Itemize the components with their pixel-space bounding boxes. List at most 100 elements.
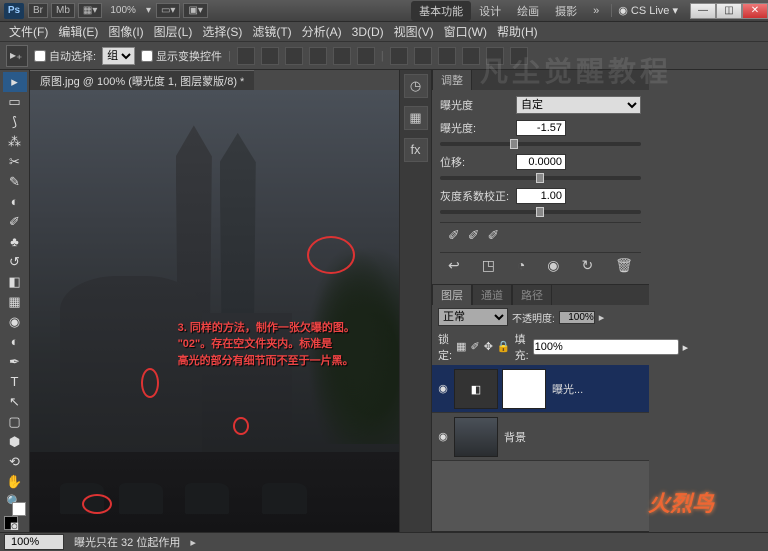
fill-input[interactable]: [533, 339, 679, 355]
menu-analysis[interactable]: 分析(A): [297, 23, 347, 40]
eraser-tool[interactable]: ◧: [3, 272, 27, 292]
dist-btn[interactable]: [486, 47, 504, 65]
blur-tool[interactable]: ◉: [3, 312, 27, 332]
shape-tool[interactable]: ▢: [3, 412, 27, 432]
blend-mode-dropdown[interactable]: 正常: [438, 308, 508, 326]
screen-mode-button[interactable]: ▣▾: [183, 3, 207, 18]
stamp-tool[interactable]: ♣: [3, 232, 27, 252]
menu-edit[interactable]: 编辑(E): [53, 23, 103, 40]
history-icon[interactable]: ◷: [404, 74, 428, 98]
mask-thumb[interactable]: [502, 369, 546, 409]
align-btn[interactable]: [237, 47, 255, 65]
eyedropper-white-icon[interactable]: ✐: [487, 227, 499, 244]
3d-camera-tool[interactable]: ⟲: [3, 452, 27, 472]
menu-help[interactable]: 帮助(H): [492, 23, 543, 40]
menu-filter[interactable]: 滤镜(T): [247, 23, 296, 40]
layer-row[interactable]: ◉ ◧ 曝光...: [432, 365, 649, 413]
auto-select-checkbox[interactable]: 自动选择:: [34, 48, 96, 64]
3d-tool[interactable]: ⬢: [3, 432, 27, 452]
eyedropper-tool[interactable]: ✎: [3, 172, 27, 192]
opacity-input[interactable]: [559, 311, 595, 324]
dist-btn[interactable]: [390, 47, 408, 65]
visibility-toggle[interactable]: ◉: [434, 430, 452, 443]
view-extras-button[interactable]: ▦▾: [78, 3, 102, 18]
trash-icon[interactable]: 🗑: [615, 257, 633, 274]
history-brush-tool[interactable]: ↺: [3, 252, 27, 272]
menu-image[interactable]: 图像(I): [103, 23, 148, 40]
gamma-input[interactable]: [516, 188, 566, 204]
menu-view[interactable]: 视图(V): [389, 23, 439, 40]
zoom-level[interactable]: 100%: [105, 5, 141, 16]
styles-icon[interactable]: fx: [404, 138, 428, 162]
cs-live[interactable]: ◉ CS Live ▾: [611, 4, 684, 17]
auto-select-dropdown[interactable]: 组: [102, 47, 135, 65]
eyedropper-black-icon[interactable]: ✐: [448, 227, 460, 244]
lasso-tool[interactable]: ⟆: [3, 112, 27, 132]
document-tab[interactable]: 原图.jpg @ 100% (曝光度 1, 图层蒙版/8) *: [30, 70, 254, 91]
move-tool[interactable]: ▸: [3, 72, 27, 92]
offset-input[interactable]: [516, 154, 566, 170]
menu-file[interactable]: 文件(F): [4, 23, 53, 40]
layer-name[interactable]: 曝光...: [552, 381, 583, 397]
path-tool[interactable]: ↖: [3, 392, 27, 412]
exposure-input[interactable]: [516, 120, 566, 136]
dist-btn[interactable]: [462, 47, 480, 65]
hand-tool[interactable]: ✋: [3, 472, 27, 492]
dist-btn[interactable]: [510, 47, 528, 65]
ws-painting[interactable]: 绘画: [509, 1, 547, 21]
wand-tool[interactable]: ⁂: [3, 132, 27, 152]
pen-tool[interactable]: ✒: [3, 352, 27, 372]
gamma-slider[interactable]: [440, 210, 641, 214]
arrange-button[interactable]: ▭▾: [156, 3, 180, 18]
ws-design[interactable]: 设计: [471, 1, 509, 21]
ws-photography[interactable]: 摄影: [547, 1, 585, 21]
align-btn[interactable]: [309, 47, 327, 65]
crop-tool[interactable]: ✂: [3, 152, 27, 172]
offset-slider[interactable]: [440, 176, 641, 180]
dist-btn[interactable]: [438, 47, 456, 65]
layers-tab[interactable]: 图层: [432, 284, 472, 305]
align-btn[interactable]: [285, 47, 303, 65]
return-icon[interactable]: ↩: [448, 257, 460, 274]
swatches-icon[interactable]: ▦: [404, 106, 428, 130]
minibridge-button[interactable]: Mb: [51, 3, 75, 18]
visibility-icon[interactable]: ◉: [547, 257, 559, 274]
menu-3d[interactable]: 3D(D): [347, 25, 389, 39]
align-btn[interactable]: [357, 47, 375, 65]
dodge-tool[interactable]: ◐: [3, 332, 27, 352]
bridge-button[interactable]: Br: [28, 3, 48, 18]
zoom-field[interactable]: 100%: [4, 534, 64, 550]
show-controls-checkbox[interactable]: 显示变换控件: [141, 48, 222, 64]
channels-tab[interactable]: 通道: [472, 284, 512, 305]
adjust-tab[interactable]: 调整: [432, 69, 472, 90]
lock-position-icon[interactable]: ✥: [484, 340, 493, 354]
exposure-slider[interactable]: [440, 142, 641, 146]
canvas[interactable]: 3. 同样的方法，制作一张欠曝的图。 "02"。存在空文件夹内。标准是 高光的部…: [30, 90, 399, 532]
gradient-tool[interactable]: ▦: [3, 292, 27, 312]
layer-thumb[interactable]: [454, 417, 498, 457]
eyedropper-gray-icon[interactable]: ✐: [468, 227, 480, 244]
type-tool[interactable]: T: [3, 372, 27, 392]
menu-select[interactable]: 选择(S): [197, 23, 247, 40]
ws-essentials[interactable]: 基本功能: [411, 1, 471, 21]
layer-name[interactable]: 背景: [504, 429, 526, 445]
menu-window[interactable]: 窗口(W): [439, 23, 492, 40]
preset-dropdown[interactable]: 自定: [516, 96, 641, 114]
paths-tab[interactable]: 路径: [512, 284, 552, 305]
adjustment-thumb[interactable]: ◧: [454, 369, 498, 409]
layer-row[interactable]: ◉ 背景: [432, 413, 649, 461]
brush-tool[interactable]: ✐: [3, 212, 27, 232]
healing-tool[interactable]: ◐: [3, 192, 27, 212]
lock-image-icon[interactable]: ✐: [470, 340, 479, 354]
dist-btn[interactable]: [414, 47, 432, 65]
align-btn[interactable]: [261, 47, 279, 65]
expand-icon[interactable]: ◳: [482, 257, 495, 274]
maximize-button[interactable]: ◫: [716, 3, 742, 19]
lock-transparent-icon[interactable]: ▦: [456, 340, 466, 354]
menu-layer[interactable]: 图层(L): [149, 23, 198, 40]
lock-all-icon[interactable]: 🔒: [497, 340, 511, 354]
ws-more[interactable]: »: [585, 3, 607, 19]
reset-icon[interactable]: ↻: [581, 257, 593, 274]
quickmask-tool[interactable]: ◙: [3, 516, 27, 536]
clip-icon[interactable]: ◔: [517, 257, 525, 274]
